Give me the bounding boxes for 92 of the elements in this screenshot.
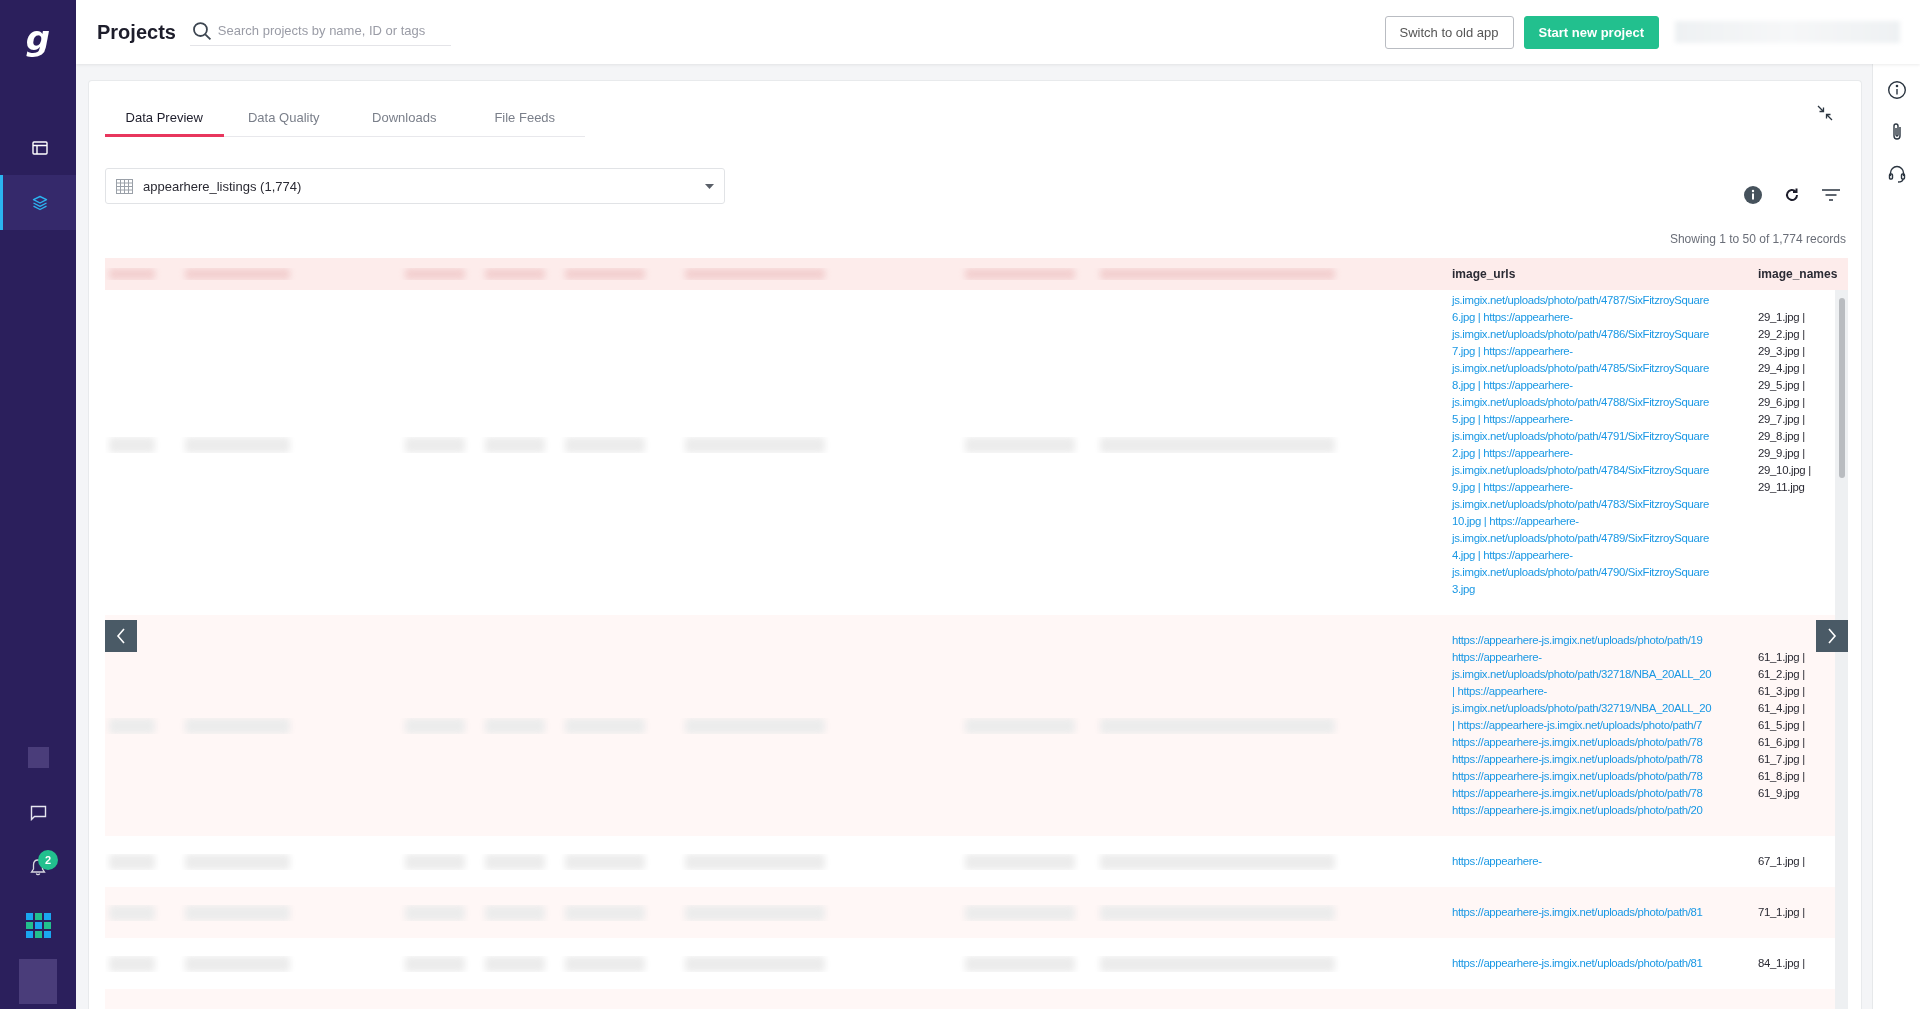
layers-icon <box>31 194 48 211</box>
table-cell-text: 61_5.jpg | <box>1758 718 1805 733</box>
url-link[interactable]: js.imgix.net/uploads/photo/path/4791/SixFitzroySquare <box>1452 428 1709 445</box>
url-link[interactable]: js.imgix.net/uploads/photo/path/4786/SixFitzroySquare <box>1452 326 1709 343</box>
url-link[interactable]: 4.jpg | https://appearhere- <box>1452 547 1573 564</box>
records-count: Showing 1 to 50 of 1,774 records <box>1669 232 1846 246</box>
table-cell-text: 67_1.jpg | <box>1758 854 1805 869</box>
paperclip-icon[interactable] <box>1890 122 1903 142</box>
sidebar-item[interactable] <box>0 175 76 230</box>
url-link[interactable]: https://appearhere-js.imgix.net/uploads/photo/path/20 <box>1452 802 1703 819</box>
start-project-button[interactable]: Start new project <box>1523 15 1659 49</box>
table-cell-text: 71_1.jpg | <box>1758 905 1805 920</box>
table-cell-text: 29_8.jpg | <box>1758 429 1805 444</box>
table-cell-text: 61_1.jpg | <box>1758 650 1805 665</box>
table-cell-text: 29_3.jpg | <box>1758 344 1805 359</box>
page-title: Projects <box>97 20 176 44</box>
url-link[interactable]: 2.jpg | https://appearhere- <box>1452 445 1573 462</box>
table-cell-text: 61_9.jpg <box>1758 786 1800 801</box>
scrollbar-thumb[interactable] <box>1839 298 1845 478</box>
url-link[interactable]: 7.jpg | https://appearhere- <box>1452 343 1573 360</box>
table-icon <box>116 178 133 194</box>
table-cell-text: 61_3.jpg | <box>1758 684 1805 699</box>
url-link[interactable]: 3.jpg <box>1452 581 1475 598</box>
notification-badge: 2 <box>38 850 58 870</box>
collapse-icon[interactable] <box>1817 105 1833 121</box>
url-link[interactable]: https://appearhere-js.imgix.net/uploads/photo/path/81 <box>1452 955 1703 972</box>
info-icon[interactable] <box>1886 80 1907 100</box>
url-link[interactable]: 8.jpg | https://appearhere- <box>1452 377 1573 394</box>
layout-icon <box>31 140 48 155</box>
search-field[interactable]: Search projects by name, ID or tags <box>189 18 451 46</box>
url-link[interactable]: 10.jpg | https://appearhere- <box>1452 513 1579 530</box>
table-cell-text: 29_7.jpg | <box>1758 412 1805 427</box>
chat-icon <box>29 805 47 821</box>
redacted-text <box>405 268 465 280</box>
redacted-text <box>485 268 545 280</box>
info-icon[interactable] <box>1744 186 1762 204</box>
chevron-left-icon <box>116 628 126 644</box>
bell-icon <box>30 858 46 876</box>
url-link[interactable]: | https://appearhere-js.imgix.net/uploads/photo/path/7 <box>1452 717 1702 734</box>
apps-grid-icon[interactable] <box>25 912 51 938</box>
url-link[interactable]: js.imgix.net/uploads/photo/path/32719/NBA_20ALL_20 <box>1452 700 1712 717</box>
table-cell-text: 29_2.jpg | <box>1758 327 1805 342</box>
table-cell-text: 29_6.jpg | <box>1758 395 1805 410</box>
chevron-right-icon <box>1827 628 1837 644</box>
table-cell-text: 61_8.jpg | <box>1758 769 1805 784</box>
url-link[interactable]: 9.jpg | https://appearhere- <box>1452 479 1573 496</box>
filter-icon[interactable] <box>1822 188 1840 202</box>
caret-icon <box>705 183 714 189</box>
table-cell-text: 61_2.jpg | <box>1758 667 1805 682</box>
url-link[interactable]: https://appearhere-js.imgix.net/uploads/photo/path/19 <box>1452 632 1703 649</box>
redacted-text <box>109 268 155 280</box>
table-cell-text: 29_5.jpg | <box>1758 378 1805 393</box>
url-link[interactable]: https://appearhere- <box>1452 649 1542 666</box>
table-cell-text: 84_1.jpg | <box>1758 956 1805 971</box>
table-cell-text: 29_10.jpg | <box>1758 463 1811 478</box>
tab[interactable]: Data Preview <box>105 98 224 137</box>
url-link[interactable]: https://appearhere-js.imgix.net/uploads/photo/path/78 <box>1452 768 1703 785</box>
table-cell-text: 29_11.jpg <box>1758 480 1805 495</box>
url-link[interactable]: 6.jpg | https://appearhere- <box>1452 309 1573 326</box>
table-cell-text: 61_4.jpg | <box>1758 701 1805 716</box>
headset-icon[interactable] <box>1887 164 1906 184</box>
url-link[interactable]: | https://appearhere- <box>1452 683 1548 700</box>
url-link[interactable]: js.imgix.net/uploads/photo/path/4788/SixFitzroySquare <box>1452 394 1709 411</box>
url-link[interactable]: https://appearhere-js.imgix.net/uploads/photo/path/78 <box>1452 751 1703 768</box>
url-link[interactable]: js.imgix.net/uploads/photo/path/4790/SixFitzroySquare <box>1452 564 1709 581</box>
url-link[interactable]: 5.jpg | https://appearhere- <box>1452 411 1573 428</box>
refresh-icon[interactable] <box>1784 187 1800 203</box>
app-logo[interactable]: g <box>0 0 76 76</box>
url-link[interactable]: https://appearhere-js.imgix.net/uploads/photo/path/78 <box>1452 734 1703 751</box>
tab[interactable]: Data Quality <box>223 98 344 137</box>
url-link[interactable]: https://appearhere-js.imgix.net/uploads/photo/path/78 <box>1452 785 1703 802</box>
tab[interactable]: File Feeds <box>464 98 585 137</box>
table-cell-text: 29_4.jpg | <box>1758 361 1805 376</box>
table-cell-text: 61_7.jpg | <box>1758 752 1805 767</box>
url-link[interactable]: js.imgix.net/uploads/photo/path/32718/NBA_20ALL_20 <box>1452 666 1712 683</box>
column-header: image_urls <box>1452 265 1517 283</box>
url-link[interactable]: js.imgix.net/uploads/photo/path/4783/SixFitzroySquare <box>1452 496 1709 513</box>
scroll-right-button[interactable] <box>1816 620 1848 652</box>
url-link[interactable]: https://appearhere-js.imgix.net/uploads/photo/path/81 <box>1452 904 1703 921</box>
search-icon <box>191 20 212 41</box>
table-cell-text: 61_6.jpg | <box>1758 735 1805 750</box>
url-link[interactable]: js.imgix.net/uploads/photo/path/4785/SixFitzroySquare <box>1452 360 1709 377</box>
url-link[interactable]: js.imgix.net/uploads/photo/path/4787/SixFitzroySquare <box>1452 292 1709 309</box>
table-cell-text: 29_1.jpg | <box>1758 310 1805 325</box>
url-link[interactable]: js.imgix.net/uploads/photo/path/4789/SixFitzroySquare <box>1452 530 1709 547</box>
switch-app-button[interactable]: Switch to old app <box>1384 15 1514 49</box>
dataset-dropdown[interactable]: appearhere_listings (1,774) <box>105 168 725 204</box>
table-cell-text: 29_9.jpg | <box>1758 446 1805 461</box>
scroll-left-button[interactable] <box>105 620 137 652</box>
url-link[interactable]: js.imgix.net/uploads/photo/path/4784/SixFitzroySquare <box>1452 462 1709 479</box>
url-link[interactable]: https://appearhere- <box>1452 853 1542 870</box>
tab[interactable]: Downloads <box>344 98 465 137</box>
